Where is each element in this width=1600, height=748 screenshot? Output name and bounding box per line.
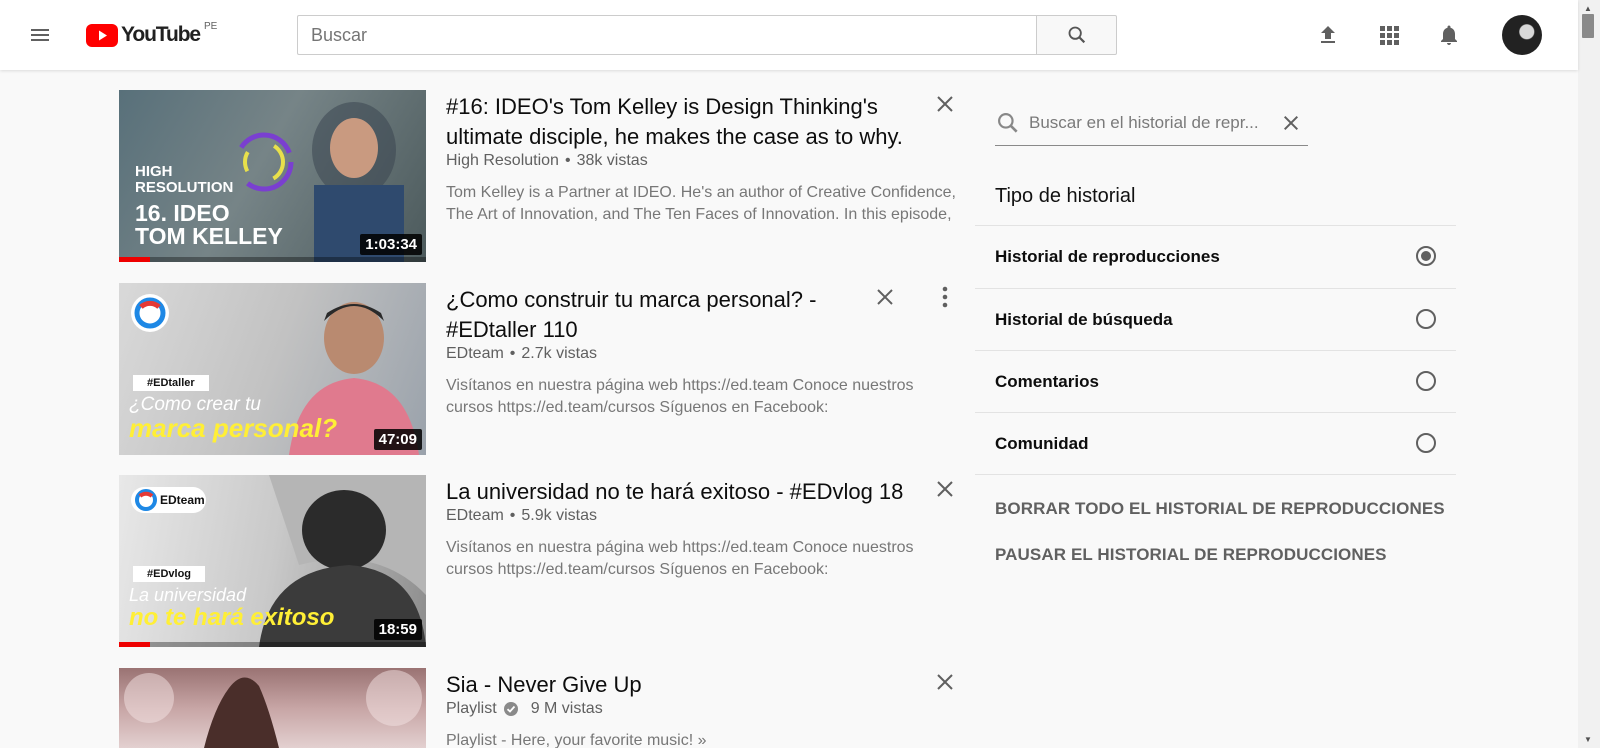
- meta-separator: •: [564, 152, 571, 169]
- history-type-heading: Tipo de historial: [995, 185, 1136, 207]
- radio-button[interactable]: [1416, 371, 1436, 391]
- video-duration: 1:03:34: [360, 234, 422, 255]
- close-icon[interactable]: [931, 90, 959, 118]
- search-icon: [1068, 26, 1085, 44]
- thumbnail-tag: #EDtaller: [133, 375, 209, 391]
- youtube-logo[interactable]: YouTube PE: [86, 20, 218, 48]
- search-icon: [998, 112, 1018, 133]
- video-description: Playlist - Here, your favorite music! »: [446, 732, 707, 748]
- clear-watch-history-button[interactable]: BORRAR TODO EL HISTORIAL DE REPRODUCCION…: [995, 499, 1445, 519]
- channel-name[interactable]: Playlist: [446, 700, 497, 718]
- video-meta: EDteam • 2.7k vistas: [446, 345, 597, 363]
- video-description: Visítanos en nuestra página web https://…: [446, 377, 914, 416]
- view-count: 38k vistas: [576, 152, 648, 169]
- video-thumbnail[interactable]: HIGH RESOLUTION 16. IDEO TOM KELLEY 1:03…: [119, 90, 426, 262]
- meta-separator: •: [509, 345, 516, 362]
- avatar[interactable]: [1502, 15, 1542, 55]
- scrollbar-thumb[interactable]: [1582, 14, 1594, 38]
- channel-name[interactable]: EDteam: [446, 345, 504, 363]
- search-input[interactable]: [311, 24, 1039, 46]
- pause-watch-history-button[interactable]: PAUSAR EL HISTORIAL DE REPRODUCCIONES: [995, 545, 1387, 565]
- hamburger-menu-icon[interactable]: [24, 19, 56, 51]
- history-search-input[interactable]: [1029, 112, 1269, 133]
- masthead: YouTube PE: [0, 0, 1578, 70]
- page-scrollbar[interactable]: [1578, 0, 1600, 748]
- thumbnail-text: TOM KELLEY: [135, 223, 283, 249]
- thumbnail-text: ¿Como crear tu: [129, 394, 261, 415]
- logo-text: YouTube: [121, 23, 201, 46]
- video-meta: EDteam • 5.9k vistas: [446, 507, 597, 525]
- thumbnail-text: no te hará exitoso: [129, 604, 335, 631]
- history-video-item: Sia - Never Give Up Playlist 9 M vistas …: [119, 668, 961, 748]
- view-count: 9 M vistas: [530, 700, 603, 717]
- channel-name[interactable]: EDteam: [446, 507, 504, 525]
- view-count: 2.7k vistas: [521, 345, 597, 362]
- watch-progress-track: [119, 257, 426, 262]
- thumbnail-text: La universidad: [129, 585, 247, 605]
- video-thumbnail[interactable]: EDteam #EDvlog La universidad no te hará…: [119, 475, 426, 647]
- meta-separator: •: [509, 507, 516, 524]
- thumbnail-text: marca personal?: [129, 413, 338, 443]
- video-duration: 47:09: [373, 429, 422, 450]
- youtube-play-icon: [86, 23, 118, 47]
- video-meta: High Resolution • 38k vistas: [446, 152, 648, 170]
- video-description: Tom Kelley is a Partner at IDEO. He's an…: [446, 184, 956, 223]
- history-option-label: Comunidad: [995, 434, 1089, 453]
- video-description: Visítanos en nuestra página web https://…: [446, 539, 914, 578]
- view-count: 5.9k vistas: [521, 507, 597, 524]
- video-meta: Playlist 9 M vistas: [446, 700, 603, 718]
- thumbnail-art: [124, 670, 422, 748]
- scroll-down-arrow-icon[interactable]: ▼: [1582, 733, 1594, 745]
- history-video-item: EDteam #EDvlog La universidad no te hará…: [119, 475, 961, 647]
- history-video-item: #EDtaller ¿Como crear tu marca personal?…: [119, 283, 961, 455]
- close-icon[interactable]: [1277, 109, 1305, 137]
- radio-button[interactable]: [1416, 309, 1436, 329]
- verified-icon: [503, 702, 518, 716]
- watch-progress-bar: [119, 257, 150, 262]
- watch-progress-bar: [119, 642, 150, 647]
- history-search-field: [995, 100, 1308, 146]
- notifications-bell-icon[interactable]: [1433, 19, 1465, 51]
- video-title[interactable]: ¿Como construir tu marca personal? - #ED…: [446, 285, 846, 345]
- search-bar: [297, 15, 1039, 55]
- video-title[interactable]: La universidad no te hará exitoso - #EDv…: [446, 477, 916, 507]
- scroll-up-arrow-icon[interactable]: ▲: [1582, 2, 1594, 14]
- video-title[interactable]: #16: IDEO's Tom Kelley is Design Thinkin…: [446, 92, 916, 152]
- close-icon[interactable]: [931, 475, 959, 503]
- thumbnail-text: HIGH: [135, 163, 173, 180]
- history-option-label: Historial de reproducciones: [995, 247, 1220, 266]
- more-vert-icon[interactable]: [931, 283, 959, 311]
- video-title[interactable]: Sia - Never Give Up: [446, 670, 916, 700]
- thumbnail-text: RESOLUTION: [135, 179, 234, 196]
- history-option-label: Comentarios: [995, 372, 1099, 391]
- history-video-item: HIGH RESOLUTION 16. IDEO TOM KELLEY 1:03…: [119, 90, 961, 262]
- video-thumbnail[interactable]: #EDtaller ¿Como crear tu marca personal?…: [119, 283, 426, 455]
- thumbnail-badge: EDteam: [160, 493, 205, 507]
- history-option-community[interactable]: Comunidad: [975, 413, 1456, 475]
- close-icon[interactable]: [931, 668, 959, 696]
- channel-name[interactable]: High Resolution: [446, 152, 559, 170]
- upload-icon[interactable]: [1312, 19, 1344, 51]
- watch-progress-track: [119, 642, 426, 647]
- thumbnail-text: 16. IDEO: [135, 200, 230, 226]
- history-option-search[interactable]: Historial de búsqueda: [975, 289, 1456, 351]
- search-button[interactable]: [1036, 15, 1117, 55]
- apps-grid-icon[interactable]: [1373, 19, 1405, 51]
- divider: [975, 474, 1456, 475]
- history-option-watch[interactable]: Historial de reproducciones: [975, 226, 1456, 288]
- video-duration: 18:59: [373, 619, 422, 640]
- history-option-comments[interactable]: Comentarios: [975, 351, 1456, 413]
- radio-button-selected[interactable]: [1416, 246, 1436, 266]
- history-option-label: Historial de búsqueda: [995, 310, 1173, 329]
- video-thumbnail[interactable]: [119, 668, 426, 748]
- close-icon[interactable]: [871, 283, 899, 311]
- logo-country-code: PE: [204, 20, 218, 32]
- thumbnail-tag: #EDvlog: [133, 566, 206, 582]
- radio-button[interactable]: [1416, 433, 1436, 453]
